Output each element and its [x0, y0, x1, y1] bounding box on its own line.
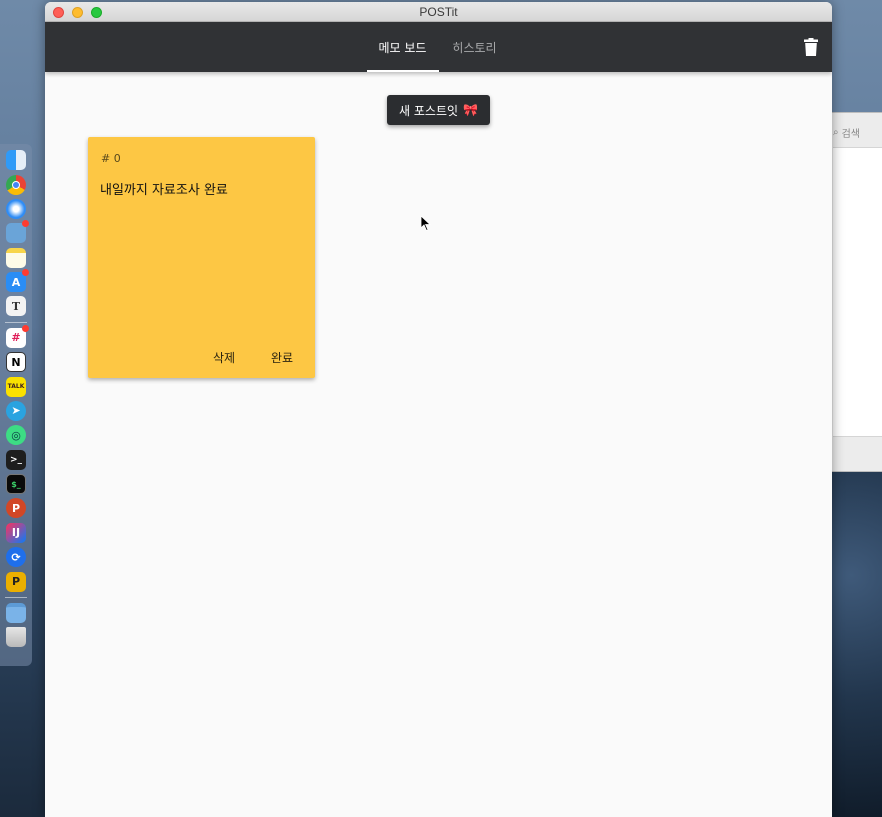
folder-icon[interactable]: [6, 602, 26, 623]
window-title: POSTit: [419, 4, 458, 19]
github-desktop-icon[interactable]: ⟳: [6, 547, 26, 568]
app-bar: 메모 보드 히스토리: [45, 22, 832, 72]
notes-icon[interactable]: [6, 247, 26, 268]
trash-bin-icon[interactable]: [6, 627, 26, 648]
background-search-label: 검색: [841, 128, 861, 140]
search-icon: ⌕: [833, 126, 839, 138]
dock-separator: [5, 596, 27, 598]
tab-history-label: 히스토리: [452, 40, 497, 55]
terminal-icon[interactable]: >_: [6, 449, 26, 470]
android-studio-icon[interactable]: ◎: [6, 425, 26, 446]
new-postit-label: 새 포스트잇: [399, 103, 459, 118]
tab-memo-board[interactable]: 메모 보드: [366, 22, 439, 72]
desktop-wallpaper: [831, 472, 882, 817]
note-content[interactable]: 내일까지 자료조사 완료: [100, 179, 228, 198]
tab-memo-board-label: 메모 보드: [378, 40, 427, 55]
background-window-content: [833, 147, 882, 437]
powerpoint-icon[interactable]: P: [6, 498, 26, 519]
safari-icon[interactable]: [6, 198, 26, 219]
postit-note: # 0 내일까지 자료조사 완료 삭제 완료: [88, 137, 315, 378]
mouse-cursor-icon: [421, 216, 431, 232]
plex-icon[interactable]: P: [6, 571, 26, 592]
maximize-window-button[interactable]: [91, 7, 102, 18]
close-window-button[interactable]: [53, 7, 64, 18]
new-postit-button[interactable]: 새 포스트잇 🎀: [387, 95, 490, 125]
delete-button[interactable]: 삭제: [213, 349, 235, 366]
iterm-icon[interactable]: $_: [6, 474, 26, 495]
complete-button[interactable]: 완료: [271, 349, 293, 366]
background-search[interactable]: ⌕ 검색: [833, 123, 882, 141]
notion-icon[interactable]: N: [6, 352, 26, 373]
trash-icon[interactable]: [804, 38, 818, 56]
postit-window: POSTit 메모 보드 히스토리 새 포스트잇 🎀 # 0 내일까지 자료조사…: [45, 2, 832, 817]
ribbon-icon: 🎀: [463, 103, 478, 117]
tab-history[interactable]: 히스토리: [439, 22, 511, 72]
finder-icon[interactable]: [6, 150, 26, 171]
note-number: # 0: [101, 152, 121, 165]
slack-icon[interactable]: #: [6, 324, 29, 348]
typora-icon[interactable]: T: [6, 296, 26, 317]
window-controls: [53, 7, 102, 18]
chrome-icon[interactable]: [6, 174, 26, 195]
minimize-window-button[interactable]: [72, 7, 83, 18]
intellij-icon[interactable]: IJ: [6, 522, 26, 543]
app-store-icon[interactable]: A: [6, 269, 29, 293]
dock: A T # N TALK ➤ ◎ >_ $_ P IJ ⟳ P: [0, 144, 32, 666]
dock-separator: [5, 321, 27, 323]
preview-icon[interactable]: [6, 220, 29, 244]
title-bar: POSTit: [45, 2, 832, 22]
telegram-icon[interactable]: ➤: [6, 400, 26, 421]
kakaotalk-icon[interactable]: TALK: [6, 376, 26, 397]
